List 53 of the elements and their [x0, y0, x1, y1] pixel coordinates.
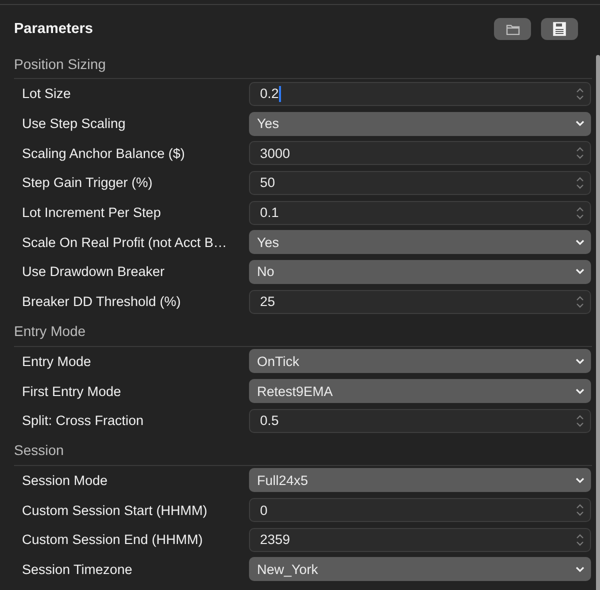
parameter-label: Lot Increment Per Step: [22, 205, 162, 220]
parameter-label: Scaling Anchor Balance ($): [22, 146, 186, 161]
save-button[interactable]: [541, 18, 578, 40]
number-field[interactable]: 0.2: [249, 82, 591, 106]
number-field[interactable]: 0.1: [249, 200, 591, 225]
dropdown[interactable]: New_York: [249, 557, 591, 582]
section-heading: Session: [14, 442, 64, 458]
stepper-icon[interactable]: [576, 176, 584, 190]
parameter-label: Use Drawdown Breaker: [22, 264, 166, 280]
number-field[interactable]: 0: [249, 498, 591, 522]
dropdown[interactable]: Retest9EMA: [249, 379, 591, 404]
stepper-icon[interactable]: [576, 146, 584, 160]
dropdown[interactable]: No: [249, 260, 591, 284]
number-field[interactable]: 0.5: [249, 408, 591, 433]
parameter-label: Session Mode: [22, 472, 109, 488]
parameter-label: Step Gain Trigger (%): [22, 175, 154, 190]
number-field[interactable]: 25: [249, 290, 591, 314]
parameter-label: Use Step Scaling: [22, 116, 127, 132]
dropdown[interactable]: OnTick: [249, 349, 591, 374]
chevron-down-icon: [575, 268, 585, 276]
stepper-icon[interactable]: [576, 206, 584, 220]
stepper-icon[interactable]: [576, 294, 584, 309]
stepper-icon[interactable]: [576, 414, 584, 428]
parameter-label: Lot Size: [22, 86, 72, 102]
scroll-bar[interactable]: [596, 55, 600, 590]
number-field[interactable]: 50: [249, 170, 591, 195]
chevron-down-icon: [575, 238, 585, 246]
panel-title: Parameters: [14, 21, 94, 37]
stepper-icon[interactable]: [576, 503, 584, 518]
folder-icon: [506, 24, 520, 34]
chevron-down-icon: [575, 566, 585, 573]
chevron-down-icon: [575, 120, 585, 128]
number-field[interactable]: 2359: [249, 528, 591, 552]
dropdown[interactable]: Yes: [249, 112, 591, 136]
parameter-label: Breaker DD Threshold (%): [22, 294, 182, 310]
section-heading: Entry Mode: [14, 323, 86, 339]
parameter-label: Custom Session End (HHMM): [22, 532, 204, 548]
stepper-icon[interactable]: [576, 86, 584, 101]
parameter-label: Session Timezone: [22, 562, 134, 577]
parameter-label: First Entry Mode: [22, 384, 122, 399]
dropdown[interactable]: Yes: [249, 230, 591, 254]
chevron-down-icon: [575, 476, 585, 484]
number-field[interactable]: 3000: [249, 141, 591, 166]
parameter-label: Split: Cross Fraction: [22, 413, 145, 428]
parameter-label: Entry Mode: [22, 354, 92, 369]
chevron-down-icon: [575, 358, 585, 365]
parameter-label: Scale On Real Profit (not Acct B…: [22, 234, 228, 250]
chevron-down-icon: [575, 388, 585, 395]
section-heading: Position Sizing: [14, 56, 106, 72]
stepper-icon[interactable]: [576, 532, 584, 547]
dropdown[interactable]: Full24x5: [249, 468, 591, 492]
open-folder-button[interactable]: [494, 18, 531, 40]
parameter-label: Custom Session Start (HHMM): [22, 502, 208, 518]
